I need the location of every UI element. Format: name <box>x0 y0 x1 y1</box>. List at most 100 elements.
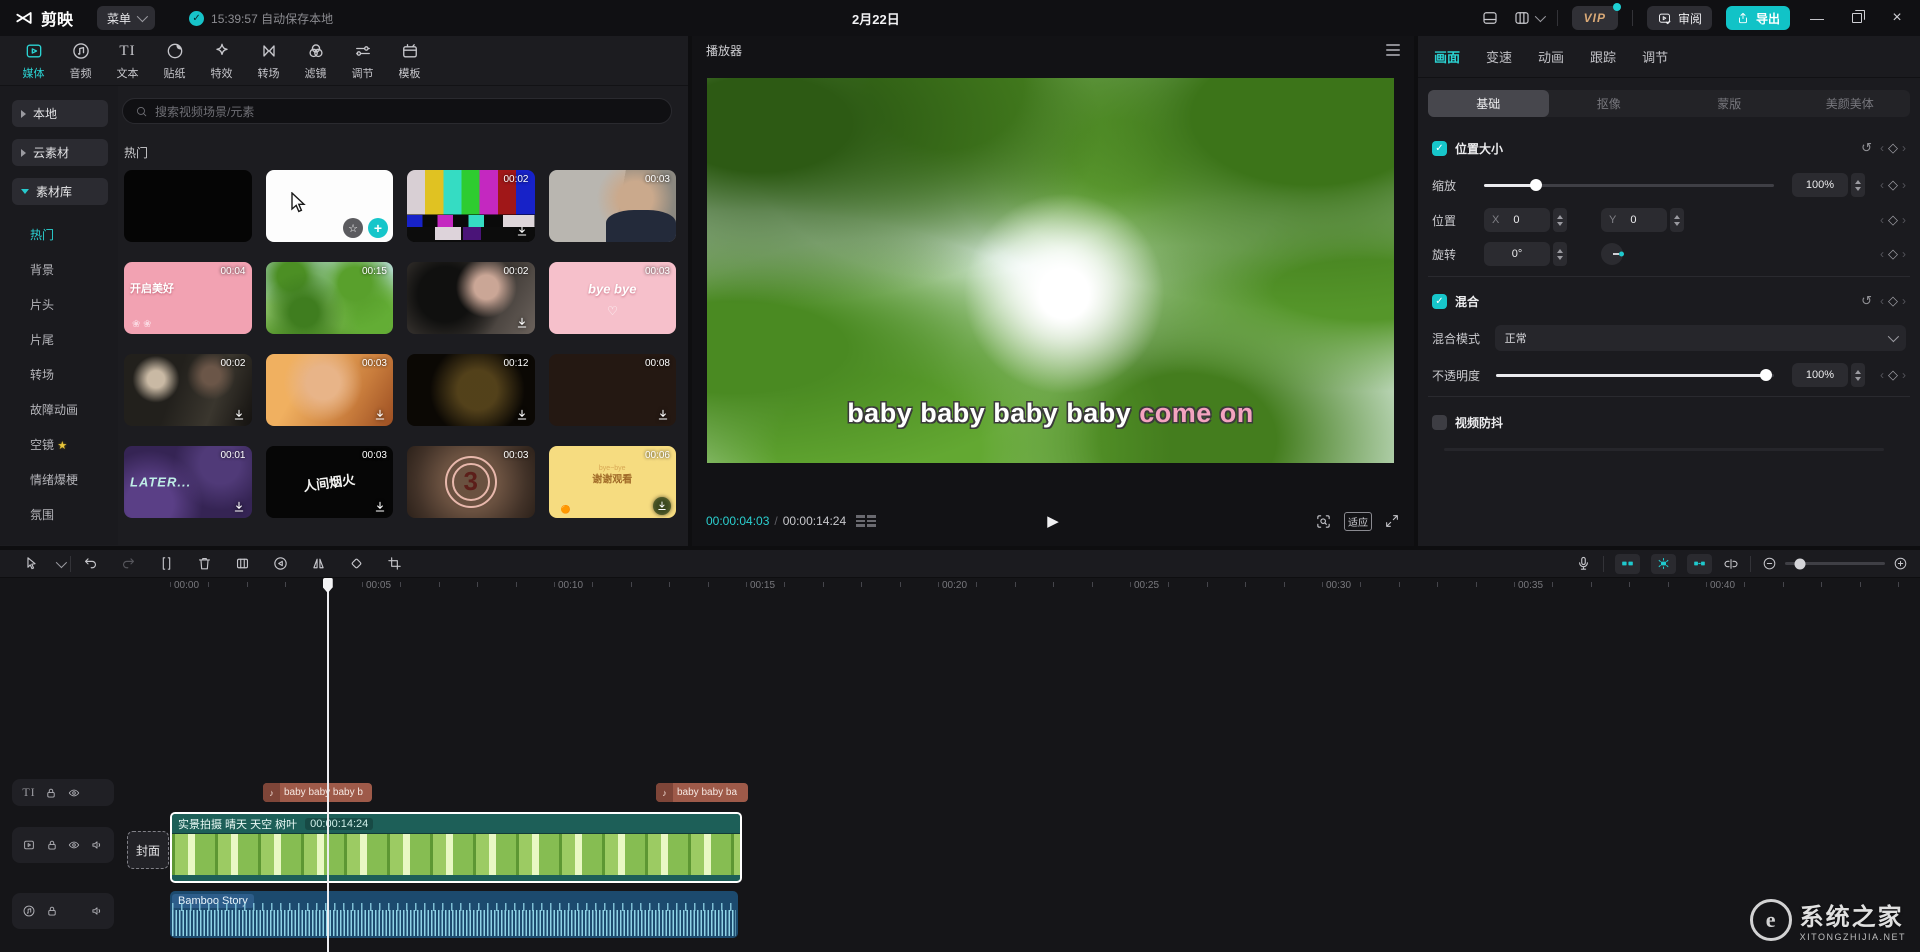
y-field[interactable]: Y 0 <box>1601 208 1667 232</box>
media-item-crying-man[interactable]: 00:08 <box>549 354 677 426</box>
select-tool-button[interactable] <box>12 555 50 572</box>
speaker-icon[interactable] <box>90 904 104 918</box>
timeline-ruler[interactable]: 00:0000:0500:1000:1500:2000:2500:3000:35… <box>0 578 1920 596</box>
tab-effects[interactable]: 特效 <box>198 41 245 81</box>
sidebar-item-local[interactable]: 本地 <box>12 100 108 127</box>
tab-audio[interactable]: 音频 <box>57 41 104 81</box>
inspector-tab-tracking[interactable]: 跟踪 <box>1590 47 1616 66</box>
video-preview[interactable]: baby baby baby baby come on <box>707 78 1394 463</box>
tab-filter[interactable]: 滤镜 <box>292 41 339 81</box>
zoom-out-icon[interactable] <box>1762 556 1777 571</box>
rotate-field[interactable]: 0° <box>1484 242 1550 266</box>
audio-clip[interactable]: Bamboo Story <box>170 891 738 938</box>
download-icon[interactable] <box>514 315 530 331</box>
sidebar-item-glitch[interactable]: 故障动画 <box>0 392 118 427</box>
add-to-track-button[interactable]: + <box>368 218 388 238</box>
media-item-ink-title[interactable]: 人间烟火00:03 <box>266 446 394 518</box>
opacity-slider[interactable] <box>1496 374 1774 377</box>
tab-sticker[interactable]: 贴纸 <box>151 41 198 81</box>
play-button[interactable]: ▶ <box>1047 512 1059 530</box>
x-field[interactable]: X 0 <box>1484 208 1550 232</box>
x-stepper[interactable] <box>1553 208 1567 232</box>
blend-reset-icon[interactable]: ↺ <box>1861 293 1872 309</box>
media-item-green-leaves[interactable]: 00:15 <box>266 262 394 334</box>
download-icon[interactable] <box>372 499 388 515</box>
record-voiceover-button[interactable] <box>1575 555 1592 572</box>
select-tool-dropdown[interactable] <box>50 560 70 568</box>
inspector-tab-picture[interactable]: 画面 <box>1434 47 1460 66</box>
main-track-magnet-toggle[interactable] <box>1723 556 1739 572</box>
media-item-bye-bye[interactable]: bye bye00:03 <box>549 262 677 334</box>
undo-button[interactable] <box>71 555 109 572</box>
media-item-smpte-bars[interactable]: 00:02 <box>407 170 535 242</box>
fullscreen-icon[interactable] <box>1384 513 1400 529</box>
reverse-button[interactable] <box>261 555 299 572</box>
export-button[interactable]: 导出 <box>1726 6 1790 30</box>
cover-button[interactable]: 封面 <box>127 831 169 869</box>
opacity-stepper[interactable] <box>1851 363 1865 387</box>
speaker-icon[interactable] <box>90 838 104 852</box>
keyframe-add-icon[interactable]: ◇ <box>1888 140 1898 156</box>
media-item-shower-cap-woman[interactable]: 00:02 <box>407 262 535 334</box>
keyframe-next-icon[interactable]: › <box>1902 141 1906 155</box>
media-item-suit-men[interactable]: 00:02 <box>124 354 252 426</box>
scale-stepper[interactable] <box>1851 173 1865 197</box>
scale-keyframe-icon[interactable]: ◇ <box>1888 177 1898 193</box>
opacity-value[interactable]: 100% <box>1792 363 1848 387</box>
download-icon[interactable] <box>655 407 671 423</box>
rotate-button[interactable] <box>337 555 375 572</box>
preview-quality-icon[interactable] <box>1315 513 1332 530</box>
mirror-button[interactable] <box>299 555 337 572</box>
y-stepper[interactable] <box>1670 208 1684 232</box>
media-item-later-title[interactable]: LATER...00:01 <box>124 446 252 518</box>
inspector-tab-animation[interactable]: 动画 <box>1538 47 1564 66</box>
lock-icon[interactable] <box>45 904 59 918</box>
download-icon[interactable] <box>231 407 247 423</box>
download-icon[interactable] <box>655 223 671 239</box>
redo-button[interactable] <box>109 555 147 572</box>
scale-slider[interactable] <box>1484 184 1774 187</box>
position-size-checkbox[interactable]: ✓ <box>1432 141 1447 156</box>
tab-template[interactable]: 模板 <box>386 41 433 81</box>
sidebar-item-intro[interactable]: 片头 <box>0 287 118 322</box>
delete-button[interactable] <box>185 555 223 572</box>
blend-mode-select[interactable]: 正常 <box>1495 325 1906 351</box>
text-clip[interactable]: ♪ baby baby ba <box>656 783 748 802</box>
sidebar-item-asset-library[interactable]: 素材库 <box>12 178 108 205</box>
media-item-countdown-3[interactable]: 300:03 <box>407 446 535 518</box>
eye-icon[interactable] <box>67 838 81 852</box>
stabilize-checkbox[interactable] <box>1432 415 1447 430</box>
preview-axis-toggle[interactable] <box>1687 554 1712 574</box>
sidebar-item-outro[interactable]: 片尾 <box>0 322 118 357</box>
inspector-tab-adjust[interactable]: 调节 <box>1642 47 1668 66</box>
snap-toggle[interactable] <box>1615 554 1640 574</box>
inspector-subtab-basic[interactable]: 基础 <box>1428 90 1549 117</box>
lock-icon[interactable] <box>44 786 58 800</box>
freeze-frame-button[interactable] <box>223 555 261 572</box>
keyframe-prev-icon[interactable]: ‹ <box>1880 141 1884 155</box>
split-button[interactable] <box>147 555 185 572</box>
inspector-subtab-mask[interactable]: 蒙版 <box>1669 90 1790 117</box>
media-item-gold-dust[interactable]: 00:12 <box>407 354 535 426</box>
linkage-toggle[interactable] <box>1651 554 1676 574</box>
review-button[interactable]: 审阅 <box>1647 6 1712 30</box>
tab-text[interactable]: TI 文本 <box>104 41 151 81</box>
download-icon[interactable] <box>653 497 671 515</box>
download-icon[interactable] <box>372 407 388 423</box>
download-icon[interactable] <box>514 223 530 239</box>
search-input[interactable]: 搜索视频场景/元素 <box>122 98 672 124</box>
media-item-white-clip[interactable]: ☆+ <box>266 170 394 242</box>
media-item-smiling-girl[interactable]: 00:03 <box>266 354 394 426</box>
position-keyframe-icon[interactable]: ◇ <box>1888 212 1898 228</box>
player-menu-icon[interactable] <box>1386 44 1400 56</box>
tab-adjust[interactable]: 调节 <box>339 41 386 81</box>
sidebar-item-transition[interactable]: 转场 <box>0 357 118 392</box>
fit-button[interactable]: 适应 <box>1344 512 1372 531</box>
zoom-in-icon[interactable] <box>1893 556 1908 571</box>
sidebar-item-background[interactable]: 背景 <box>0 252 118 287</box>
media-item-thanks-yellow[interactable]: bye~bye谢谢观看00:06 <box>549 446 677 518</box>
menu-button[interactable]: 菜单 <box>97 6 155 30</box>
rotate-knob[interactable] <box>1601 243 1623 265</box>
sidebar-item-ambience[interactable]: 氛围 <box>0 497 118 532</box>
download-icon[interactable] <box>231 499 247 515</box>
